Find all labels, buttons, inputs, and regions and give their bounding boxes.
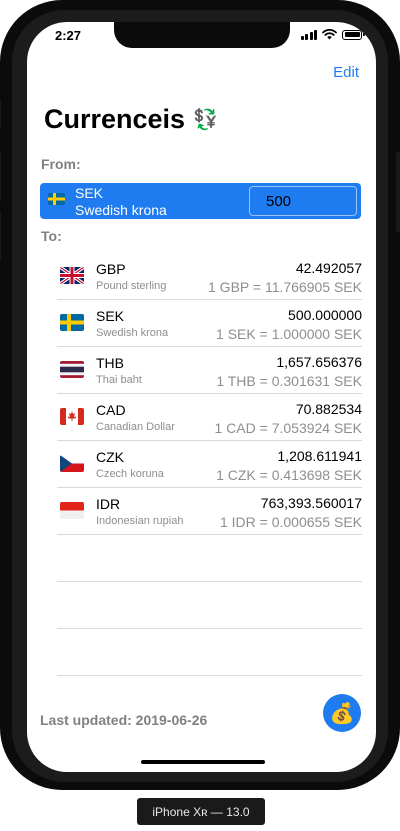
edit-button[interactable]: Edit: [333, 64, 359, 81]
converted-amount: 42.492057: [295, 260, 362, 276]
indonesia-flag-icon: [60, 502, 84, 524]
sweden-flag-icon: [48, 192, 65, 210]
battery-icon: [342, 29, 365, 40]
exchange-rate: 1 CAD = 7.053924 SEK: [214, 420, 363, 436]
empty-list-row: [57, 629, 362, 676]
to-label: To:: [41, 228, 62, 244]
amount-input[interactable]: [249, 186, 357, 216]
conversion-row-idr[interactable]: IDR Indonesian rupiah 763,393.560017 1 I…: [57, 488, 362, 535]
currency-exchange-icon: 💱: [193, 109, 218, 131]
volume-down-button: [0, 212, 1, 262]
empty-list-row: [57, 582, 362, 629]
currency-code: IDR: [96, 496, 121, 512]
converted-amount: 500.000000: [288, 307, 362, 323]
converted-amount: 70.882534: [295, 401, 362, 417]
conversion-row-thb[interactable]: THB Thai baht 1,657.656376 1 THB = 0.301…: [57, 347, 362, 394]
conversion-row-cad[interactable]: CAD Canadian Dollar 70.882534 1 CAD = 7.…: [57, 394, 362, 441]
currency-code: CZK: [96, 449, 124, 465]
mute-switch: [0, 100, 1, 130]
device-frame: 2:27 Edit Currenceis 💱 From: SEK Swedish…: [0, 0, 400, 790]
converted-amount: 763,393.560017: [260, 495, 362, 511]
from-label: From:: [41, 156, 81, 172]
home-indicator[interactable]: [141, 760, 265, 764]
currency-code: SEK: [96, 308, 125, 324]
currency-name: Indonesian rupiah: [96, 515, 184, 527]
currency-code: CAD: [96, 402, 126, 418]
converted-amount: 1,208.611941: [277, 448, 362, 464]
status-time: 2:27: [55, 28, 82, 43]
page-title: Currenceis 💱: [44, 104, 218, 135]
notch: [114, 22, 290, 48]
currency-code: THB: [96, 355, 124, 371]
cellular-signal-icon: [300, 29, 317, 40]
currency-name: Pound sterling: [96, 280, 167, 292]
uk-flag-icon: [59, 265, 85, 289]
converted-amount: 1,657.656376: [276, 354, 362, 370]
exchange-rate: 1 CZK = 0.413698 SEK: [216, 467, 362, 483]
conversion-row-sek[interactable]: SEK Swedish krona 500.000000 1 SEK = 1.0…: [57, 300, 362, 347]
last-updated-label: Last updated: 2019-06-26: [40, 712, 208, 728]
currency-name: Canadian Dollar: [96, 421, 175, 433]
exchange-rate: 1 SEK = 1.000000 SEK: [216, 326, 362, 342]
canada-flag-icon: [60, 408, 84, 430]
conversion-row-gbp[interactable]: GBP Pound sterling 42.492057 1 GBP = 11.…: [57, 253, 362, 300]
money-bag-icon: 💰: [329, 702, 355, 725]
exchange-rate: 1 THB = 0.301631 SEK: [216, 373, 362, 389]
conversion-list: GBP Pound sterling 42.492057 1 GBP = 11.…: [57, 253, 362, 676]
conversion-row-czk[interactable]: CZK Czech koruna 1,208.611941 1 CZK = 0.…: [57, 441, 362, 488]
app-screen: 2:27 Edit Currenceis 💱 From: SEK Swedish…: [27, 22, 376, 772]
currency-code: GBP: [96, 261, 126, 277]
status-icons: [300, 29, 365, 40]
refresh-rates-button[interactable]: 💰: [323, 694, 361, 732]
sweden-flag-icon: [60, 314, 84, 336]
currency-name: Czech koruna: [96, 468, 164, 480]
from-currency-row[interactable]: SEK Swedish krona: [40, 183, 361, 219]
currency-name: Swedish krona: [96, 327, 169, 339]
from-currency-code: SEK: [75, 185, 104, 201]
page-title-text: Currenceis: [44, 104, 186, 134]
exchange-rate: 1 GBP = 11.766905 SEK: [208, 279, 362, 295]
czech-flag-icon: [60, 455, 84, 477]
currency-name: Thai baht: [96, 374, 142, 386]
wifi-icon: [322, 29, 337, 40]
exchange-rate: 1 IDR = 0.000655 SEK: [219, 514, 362, 530]
device-label: iPhone Xʀ — 13.0: [137, 798, 265, 825]
thailand-flag-icon: [60, 361, 84, 383]
from-currency-name: Swedish krona: [75, 202, 167, 218]
empty-list-row: [57, 535, 362, 582]
volume-up-button: [0, 152, 1, 202]
side-button: [396, 152, 400, 232]
